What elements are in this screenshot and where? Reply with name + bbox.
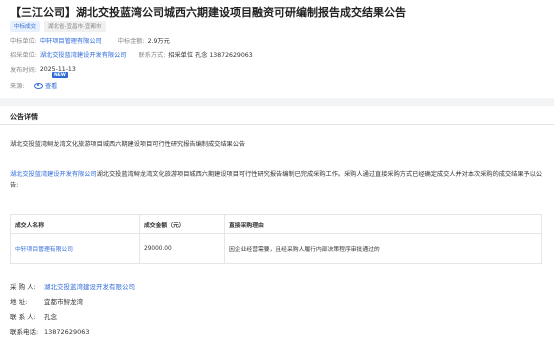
amount-label: 中标金额: (117, 38, 145, 45)
page-title: 【三江公司】湖北交投蓝湾公司城西六期建设项目融资可研编制报告成交结果公告 (10, 6, 406, 19)
section-title: 公告详情 (10, 113, 38, 121)
new-badge: NEW (52, 72, 68, 78)
category-tag[interactable]: 中标成交 (10, 21, 41, 32)
region-tag[interactable]: 湖北省-宜昌市-宜都市 (44, 21, 106, 32)
contact-label: 联系方式: (138, 52, 166, 59)
table-row: 中轩项目管理有限公司 29000.00 因企业经营需要，且经采购人履行内部决策程… (10, 233, 542, 264)
person-info: 联 系 人: 孔念 (10, 311, 57, 321)
address-info: 地 址: 宜都市鲟龙湾 (10, 296, 83, 306)
address-value: 宜都市鲟龙湾 (44, 298, 83, 306)
address-label: 地 址: (10, 298, 28, 306)
winner-row: 中标单位: 中轩项目管理有限公司 中标金额: 2.9万元 (10, 36, 170, 45)
view-label: 查看 (45, 83, 58, 90)
view-source-link[interactable]: 查看 (34, 81, 57, 90)
eye-icon (34, 82, 43, 89)
person-label: 联 系 人: (10, 313, 36, 321)
purchaser-link[interactable]: 湖北交投蓝湾建设开发有限公司 (10, 171, 97, 178)
buyer-link[interactable]: 湖北交投蓝湾建设开发有限公司 (44, 283, 135, 291)
table-cell-winner[interactable]: 中轩项目管理有限公司 (10, 233, 140, 264)
amount-value: 2.9万元 (147, 38, 170, 45)
column-header: 成交人名称 (10, 214, 140, 234)
table-cell-reason: 因企业经营需要，且经采购人履行内部决策程序审批通过的 (224, 233, 542, 264)
tag-list: 中标成交 湖北省-宜昌市-宜都市 (10, 21, 106, 32)
phone-info: 联系电话: 13872629063 (10, 326, 90, 336)
result-table: 成交人名称 成交金额（元） 直接采购理由 中轩项目管理有限公司 29000.00… (10, 214, 542, 264)
column-header: 成交金额（元） (139, 214, 225, 234)
announcement-page: 【三江公司】湖北交投蓝湾公司城西六期建设项目融资可研编制报告成交结果公告 中标成… (0, 0, 554, 348)
divider (0, 124, 554, 125)
tenderer-link[interactable]: 湖北交投蓝湾建设开发有限公司 (40, 50, 127, 59)
source-label: 来源: (10, 83, 25, 90)
table-cell-amount: 29000.00 (139, 233, 225, 264)
project-line: 湖北交投蓝湾鲟龙湾文化旅游项目城西六期建设项目可行性研究报告编制成交结果公告 (10, 141, 246, 148)
winner-link[interactable]: 中轩项目管理有限公司 (40, 36, 102, 45)
announcement-paragraph: 湖北交投蓝湾建设开发有限公司湖北交投蓝湾鲟龙湾文化旅游项目城西六期建设项目可行性… (10, 169, 550, 191)
column-header: 直接采购理由 (224, 214, 542, 234)
person-value: 孔念 (44, 313, 57, 321)
phone-value: 13872629063 (44, 328, 90, 336)
tenderer-label: 招采单位: (10, 52, 37, 59)
contact-value: 招采单位 孔念 13872629063 (168, 52, 253, 59)
buyer-label: 采 购 人: (10, 283, 36, 291)
publish-label: 发布时间: (10, 67, 37, 74)
buyer-info: 采 购 人: 湖北交投蓝湾建设开发有限公司 (10, 281, 135, 291)
phone-label: 联系电话: (10, 328, 39, 336)
tenderer-row: 招采单位: 湖北交投蓝湾建设开发有限公司 联系方式: 招采单位 孔念 13872… (10, 50, 253, 59)
source-row: 来源: (10, 81, 24, 90)
winner-label: 中标单位: (10, 38, 37, 45)
table-header-row: 成交人名称 成交金额（元） 直接采购理由 (10, 214, 542, 234)
section-separator (0, 98, 554, 106)
